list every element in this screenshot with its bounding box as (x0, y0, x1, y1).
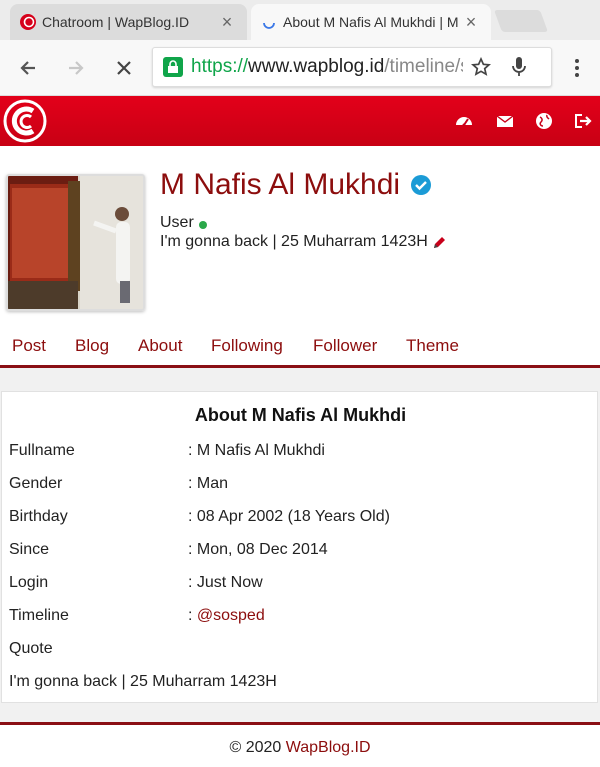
about-value-gender: : Man (188, 475, 229, 492)
new-tab-button[interactable] (493, 10, 549, 32)
about-panel: About M Nafis Al Mukhdi Fullname : M Naf… (1, 391, 598, 703)
nav-blog[interactable]: Blog (75, 336, 109, 356)
about-label-fullname: Fullname (9, 442, 75, 459)
close-icon (117, 61, 131, 75)
profile-status-row: I'm gonna back | 25 Muharram 1423H (160, 233, 447, 251)
forward-arrow-icon (69, 61, 84, 75)
nav-post[interactable]: Post (12, 336, 46, 356)
footer-copyright: © 2020 (229, 739, 286, 756)
about-label-gender: Gender (9, 475, 63, 492)
about-value-timeline: : @sosped (188, 607, 265, 625)
menu-button[interactable] (563, 54, 591, 82)
online-status-dot (198, 220, 207, 229)
timeline-link[interactable]: @sosped (197, 607, 265, 624)
profile-name: M Nafis Al Mukhdi (160, 168, 401, 201)
tab-chatroom[interactable]: Chatroom | WapBlog.ID × (10, 4, 247, 40)
tab-close-icon[interactable]: × (217, 12, 237, 33)
footer-site-link[interactable]: WapBlog.ID (286, 739, 371, 756)
forward-button[interactable] (62, 54, 90, 82)
stop-button[interactable] (110, 54, 138, 82)
pencil-icon[interactable] (432, 235, 447, 250)
site-footer: © 2020 WapBlog.ID (0, 722, 600, 767)
profile-name-row: M Nafis Al Mukhdi (160, 168, 432, 202)
about-title: About M Nafis Al Mukhdi (194, 405, 407, 425)
about-value-fullname: : M Nafis Al Mukhdi (188, 442, 325, 459)
profile-nav: Post Blog About Following Follower Theme (0, 336, 600, 368)
more-vert-icon (575, 59, 579, 77)
loading-spinner-icon (263, 22, 275, 29)
verified-badge-icon (411, 175, 432, 195)
nav-following[interactable]: Following (211, 336, 283, 356)
about-quote-text: I'm gonna back | 25 Muharram 1423H (9, 673, 277, 690)
about-value-birthday: : 08 Apr 2002 (18 Years Old) (188, 508, 390, 525)
profile-status: I'm gonna back | 25 Muharram 1423H (160, 233, 428, 250)
avatar (6, 174, 145, 311)
dashboard-icon[interactable] (455, 112, 473, 130)
nav-about[interactable]: About (138, 336, 182, 356)
mail-icon[interactable] (496, 112, 514, 130)
lock-icon (163, 57, 183, 77)
browser-toolbar: https://www.wapblog.id/timeline/s (0, 40, 600, 96)
tab-title: Chatroom | WapBlog.ID (42, 14, 190, 30)
about-label-timeline: Timeline (9, 607, 69, 624)
site-logo-icon[interactable] (3, 99, 47, 143)
url-text: https://www.wapblog.id/timeline/s (191, 56, 463, 78)
about-value-login: : Just Now (188, 574, 263, 591)
site-header (0, 96, 600, 146)
about-value-since: : Mon, 08 Dec 2014 (188, 541, 328, 558)
tab-about[interactable]: About M Nafis Al Mukhdi | M × (251, 4, 491, 40)
about-label-login: Login (9, 574, 49, 591)
profile-role-row: User (160, 214, 207, 232)
back-button[interactable] (14, 54, 42, 82)
globe-icon[interactable] (535, 112, 553, 130)
bookmark-star-icon[interactable] (471, 57, 491, 77)
nav-theme[interactable]: Theme (406, 336, 459, 356)
about-label-quote: Quote (9, 640, 53, 657)
browser-tabstrip: Chatroom | WapBlog.ID × About M Nafis Al… (0, 0, 600, 40)
about-label-since: Since (9, 541, 50, 558)
url-bar[interactable]: https://www.wapblog.id/timeline/s (152, 47, 552, 87)
logout-icon[interactable] (574, 112, 592, 130)
profile-role: User (160, 214, 194, 231)
nav-follower[interactable]: Follower (313, 336, 377, 356)
back-arrow-icon (20, 61, 35, 75)
url-scheme: https:// (191, 56, 249, 77)
wapblog-logo-icon (20, 14, 36, 30)
url-host: www.wapblog.id (248, 56, 385, 77)
tab-title: About M Nafis Al Mukhdi | M (283, 14, 459, 30)
url-path: /timeline/s (384, 56, 463, 77)
microphone-icon[interactable] (511, 56, 527, 78)
profile-section: M Nafis Al Mukhdi User I'm gonna back | … (0, 146, 600, 368)
about-label-birthday: Birthday (9, 508, 68, 525)
tab-close-icon[interactable]: × (461, 12, 481, 33)
timeline-prefix: : (188, 607, 197, 624)
